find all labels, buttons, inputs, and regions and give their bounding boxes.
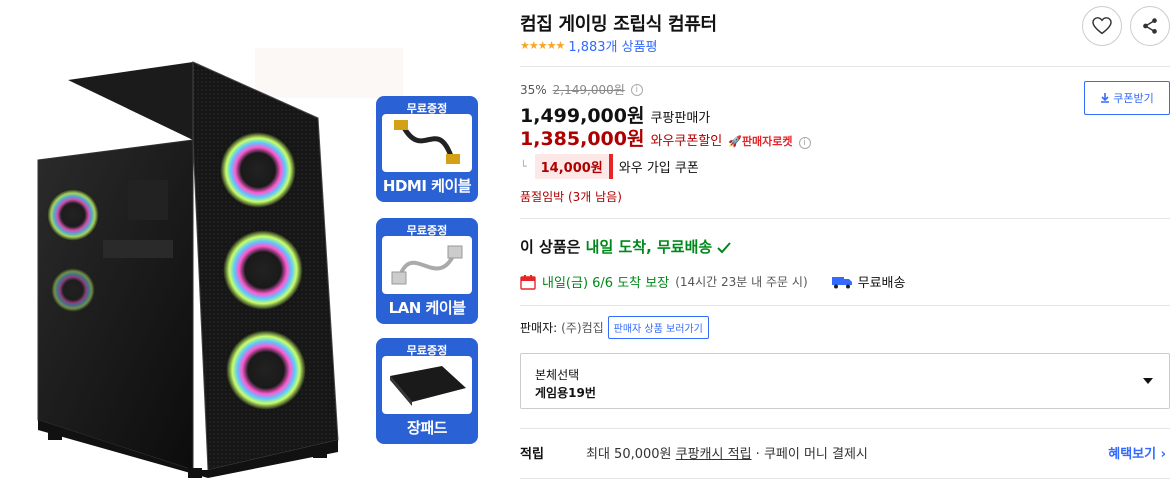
calendar-icon <box>520 274 536 290</box>
divider <box>520 218 1170 219</box>
option-select[interactable]: 본체선택 게임용19번 <box>520 353 1170 409</box>
delivery-headline-highlight: 내일 도착, 무료배송 <box>585 238 713 256</box>
hdmi-cable-icon <box>382 114 472 172</box>
wow-price-label: 와우쿠폰할인 <box>650 134 723 149</box>
seller-label: 판매자: <box>520 321 558 335</box>
seller-row: 판매자: (주)컴집 판매자 상품 보러가기 <box>520 316 709 339</box>
heart-icon <box>1092 17 1112 35</box>
coupang-cash-link[interactable]: 쿠팡캐시 적립 <box>676 447 752 462</box>
chevron-right-icon: › <box>1160 447 1166 462</box>
indent-hook-icon: └ <box>520 160 527 173</box>
info-icon[interactable]: i <box>798 137 811 149</box>
pc-case-image <box>37 61 339 478</box>
option-select-label: 본체선택 <box>535 368 580 382</box>
seller-name: (주)컴집 <box>561 321 604 335</box>
seller-rocket-label: 판매자로켓 <box>741 135 793 148</box>
rating-summary[interactable]: ★★★★★ 1,883개 상품평 <box>520 36 658 55</box>
gift-name: LAN 케이블 <box>388 299 466 317</box>
rocket-icon: 🚀 <box>728 135 742 148</box>
option-select-value: 게임용19번 <box>535 386 596 400</box>
delivery-headline-prefix: 이 상품은 <box>520 238 586 256</box>
divider <box>520 428 1170 429</box>
product-title: 컴집 게이밍 조립식 컴퓨터 <box>520 14 717 35</box>
points-prefix: 최대 50,000원 <box>586 447 676 462</box>
gift-name: 장패드 <box>407 419 447 437</box>
lan-cable-icon <box>382 236 472 294</box>
delivery-date: 내일(금) 6/6 도착 보장 <box>542 276 670 291</box>
benefit-view-label: 혜택보기 <box>1108 447 1157 462</box>
product-image-area: 무료증정 HDMI 케이블 무료증정 LAN 케이블 무료증정 장패드 <box>0 0 505 493</box>
truck-icon <box>831 276 852 288</box>
share-button[interactable] <box>1130 6 1170 46</box>
divider <box>520 66 1170 67</box>
mousepad-icon <box>382 356 472 414</box>
discount-rate: 35% <box>520 82 547 97</box>
checkmark-icon <box>717 241 732 253</box>
original-price: 2,149,000원 <box>552 83 625 97</box>
wishlist-button[interactable] <box>1082 6 1122 46</box>
share-icon <box>1143 18 1157 34</box>
points-label: 적립 <box>520 447 544 462</box>
wow-price-row: 1,385,000원 와우쿠폰할인 🚀판매자로켓 i <box>520 124 811 151</box>
free-shipping-label: 무료배송 <box>857 276 906 291</box>
coupon-download-button[interactable]: 쿠폰받기 <box>1084 81 1170 115</box>
gift-card-mousepad: 무료증정 장패드 <box>376 338 478 444</box>
order-deadline: (14시간 23분 내 주문 시) <box>675 275 808 289</box>
gift-card-hdmi: 무료증정 HDMI 케이블 <box>376 96 478 202</box>
seller-rocket-badge: 🚀판매자로켓 <box>728 133 792 149</box>
discount-line: 35% 2,149,000원 i <box>520 81 643 98</box>
seller-products-button[interactable]: 판매자 상품 보러가기 <box>607 316 709 339</box>
download-icon <box>1101 93 1110 103</box>
info-icon[interactable]: i <box>630 83 643 96</box>
divider <box>520 478 1170 479</box>
points-suffix: · 쿠페이 머니 결제시 <box>751 447 868 462</box>
benefit-view-link[interactable]: 혜택보기 › <box>1108 443 1166 462</box>
wow-coupon-row: └ 14,000원 와우 가입 쿠폰 <box>520 154 699 179</box>
gift-card-lan: 무료증정 LAN 케이블 <box>376 218 478 324</box>
divider <box>520 305 1170 306</box>
coupon-button-label: 쿠폰받기 <box>1113 92 1154 105</box>
gift-name: HDMI 케이블 <box>382 177 472 195</box>
stock-notice: 품절임박 (3개 남음) <box>520 190 622 204</box>
free-shipping: 무료배송 <box>831 272 906 291</box>
points-text: 최대 50,000원 쿠팡캐시 적립 · 쿠페이 머니 결제시 <box>586 443 868 462</box>
delivery-headline: 이 상품은 내일 도착, 무료배송 <box>520 236 732 257</box>
delivery-info-row: 내일(금) 6/6 도착 보장 (14시간 23분 내 주문 시) 무료배송 <box>520 272 905 291</box>
points-row: 적립 최대 50,000원 쿠팡캐시 적립 · 쿠페이 머니 결제시 혜택보기 … <box>520 443 1170 462</box>
coupon-amount-tag: 14,000원 <box>534 154 613 179</box>
chevron-down-icon <box>1143 378 1153 384</box>
product-info-panel: 컴집 게이밍 조립식 컴퓨터 ★★★★★ 1,883개 상품평 35% 2,14… <box>520 0 1174 493</box>
wow-price: 1,385,000원 <box>520 128 645 150</box>
review-count-link[interactable]: 1,883개 상품평 <box>568 36 657 55</box>
star-rating-icon: ★★★★★ <box>520 39 565 52</box>
coupon-description: 와우 가입 쿠폰 <box>618 161 699 176</box>
